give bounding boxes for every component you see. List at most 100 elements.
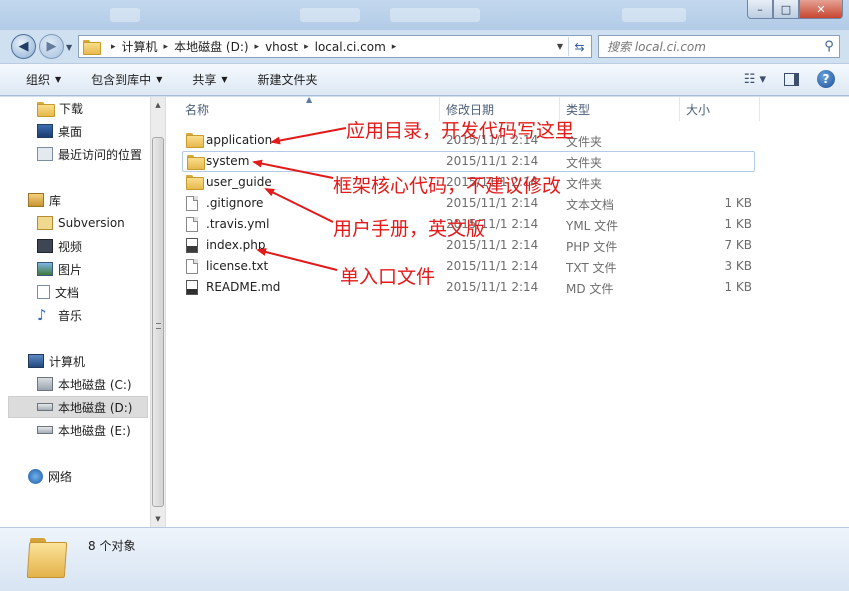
sidebar-item-downloads[interactable]: 下载 [37,97,147,119]
sidebar-item-drive-e[interactable]: 本地磁盘 (E:) [37,419,147,441]
title-blur [110,8,140,22]
breadcrumb-local-ci-com[interactable]: local.ci.com [315,40,386,54]
sidebar-item-drive-d[interactable]: 本地磁盘 (D:) [8,396,148,418]
sidebar-item-drive-c[interactable]: 本地磁盘 (C:) [37,373,147,395]
search-box: ⚲ [598,35,840,58]
search-input[interactable] [607,39,819,54]
column-size-label: 大小 [686,102,711,117]
organize-menu[interactable]: 组织 ▼ [26,71,61,88]
annotation-user-guide: 用户手册，英文版 [333,218,486,240]
music-icon: ♪ [37,306,47,324]
library-icon [28,193,44,207]
change-view-button[interactable]: ☷ ▾ [744,72,766,87]
search-icon[interactable]: ⚲ [819,39,839,54]
column-header-type[interactable]: 类型 [560,97,680,121]
drive-icon [37,426,53,434]
sidebar-item-documents[interactable]: 文档 [37,281,147,303]
command-bar: 组织 ▼ 包含到库中 ▼ 共享 ▼ 新建文件夹 ☷ ▾ ? [0,63,849,96]
column-header-size[interactable]: 大小 [680,97,760,121]
title-blur [390,8,480,22]
picture-icon [37,262,53,276]
share-label: 共享 [192,73,217,87]
file-name: README.md [206,280,281,294]
file-size: 7 KB [724,238,752,252]
organize-label: 组织 [26,73,51,87]
forward-button[interactable]: ▶ [39,34,64,59]
chevron-right-icon[interactable]: ▸ [304,42,309,52]
breadcrumb-drive-d[interactable]: 本地磁盘 (D:) [174,38,248,55]
sidebar-item-label: 下载 [59,101,84,116]
sidebar-item-subversion[interactable]: Subversion [37,212,147,234]
sidebar-item-label: 本地磁盘 (D:) [58,400,133,415]
folder-icon [186,175,204,190]
sidebar-item-label: 文档 [55,285,80,300]
sidebar-item-recent-places[interactable]: 最近访问的位置 [37,143,149,165]
scroll-up-icon[interactable]: ▲ [151,97,165,113]
refresh-button[interactable]: ⇆ [568,37,590,56]
file-size: 1 KB [724,280,752,294]
back-button[interactable]: ◀ [11,34,36,59]
sidebar-item-videos[interactable]: 视频 [37,235,147,257]
file-row-license-txt[interactable]: license.txt 2015/11/1 2:14 TXT 文件 3 KB [182,256,755,277]
sidebar-item-computer[interactable]: 计算机 [28,350,148,372]
file-icon [186,217,198,232]
sidebar-item-libraries[interactable]: 库 [28,189,148,211]
sidebar-item-label: 图片 [58,262,83,277]
address-history-dropdown[interactable]: ▼ [557,42,563,51]
scrollbar-thumb[interactable] [152,137,164,507]
sidebar-item-pictures[interactable]: 图片 [37,258,147,280]
navigation-pane: 下载 桌面 最近访问的位置 库 Subversion 视频 图片 文档 ♪ 音乐… [0,97,150,527]
sort-ascending-icon: ▲ [306,95,313,104]
maximize-button[interactable]: □ [773,0,799,19]
sidebar-item-label: 计算机 [49,354,86,369]
preview-pane-button[interactable] [784,72,799,86]
sidebar-item-label: 最近访问的位置 [58,147,143,162]
dropdown-arrow-icon: ▼ [221,75,228,84]
recent-pages-dropdown[interactable]: ▼ [66,43,72,52]
include-in-library-menu[interactable]: 包含到库中 ▼ [91,71,162,88]
recent-places-icon [37,147,53,161]
file-type: 文件夹 [566,156,603,170]
file-name: .travis.yml [206,217,270,231]
file-size: 1 KB [724,196,752,210]
new-folder-label: 新建文件夹 [257,73,318,87]
php-file-icon [186,238,198,253]
folder-icon [187,155,205,170]
back-arrow-icon: ◀ [18,39,29,54]
file-name: system [206,154,250,168]
annotation-system: 框架核心代码，不建议修改 [333,175,562,197]
close-button[interactable]: ✕ [799,0,843,19]
sidebar-item-label: Subversion [58,216,125,230]
network-icon [28,468,43,484]
sidebar-item-label: 桌面 [58,124,83,139]
breadcrumb-vhost[interactable]: vhost [265,40,298,54]
file-row-readme-md[interactable]: README.md 2015/11/1 2:14 MD 文件 1 KB [182,277,755,298]
new-folder-button[interactable]: 新建文件夹 [258,71,318,88]
file-list: 名称 ▲ 修改日期 类型 大小 application 2015/11/1 2:… [166,95,849,527]
sidebar-item-network[interactable]: 网络 [28,465,148,487]
navigation-pane-scrollbar[interactable]: ▲ ▼ [150,97,165,527]
chevron-right-icon[interactable]: ▸ [255,42,260,52]
chevron-right-icon[interactable]: ▸ [164,42,169,52]
column-type-label: 类型 [566,102,591,117]
breadcrumb-computer[interactable]: 计算机 [122,38,158,55]
file-modified: 2015/11/1 2:14 [446,280,539,294]
sidebar-item-label: 本地磁盘 (C:) [58,377,132,392]
file-row-system[interactable]: system 2015/11/1 2:14 文件夹 [182,151,755,172]
chevron-right-icon[interactable]: ▸ [392,42,397,52]
share-menu[interactable]: 共享 ▼ [192,71,227,88]
title-blur [300,8,360,22]
file-name: user_guide [206,175,272,189]
file-size: 3 KB [724,259,752,273]
sidebar-item-music[interactable]: ♪ 音乐 [37,304,147,326]
chevron-right-icon[interactable]: ▸ [111,42,116,52]
scroll-down-icon[interactable]: ▼ [151,511,165,527]
sidebar-item-desktop[interactable]: 桌面 [37,120,147,142]
minimize-button[interactable]: – [747,0,773,19]
address-bar[interactable]: ▸ 计算机 ▸ 本地磁盘 (D:) ▸ vhost ▸ local.ci.com… [78,35,592,58]
forward-arrow-icon: ▶ [46,39,57,54]
help-icon: ? [822,72,830,86]
help-button[interactable]: ? [817,70,835,88]
file-name: .gitignore [206,196,264,210]
title-blur [622,8,686,22]
